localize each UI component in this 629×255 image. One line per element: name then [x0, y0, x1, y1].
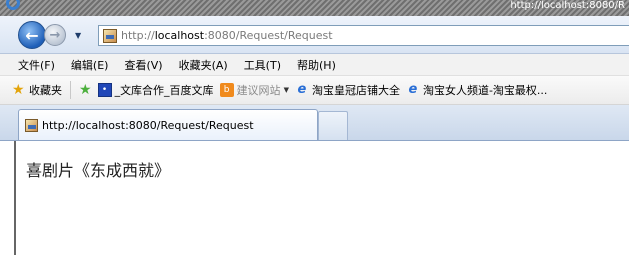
ie-logo-icon: [6, 0, 20, 10]
page-favicon-icon: [103, 28, 117, 43]
ie-page-icon: e: [297, 82, 307, 97]
tab-label: http://localhost:8080/Request/Request: [42, 118, 254, 132]
page-text: 喜剧片《东成西就》: [26, 161, 171, 180]
url-host: localhost: [154, 29, 205, 42]
favorite-label: 建议网站: [236, 84, 281, 97]
address-bar[interactable]: http://localhost:8080/Request/Request: [98, 25, 629, 46]
tab-favicon-icon: [25, 118, 38, 132]
recent-pages-dropdown[interactable]: ▼: [75, 31, 84, 40]
add-favorite-icon[interactable]: ★: [79, 83, 92, 97]
tab-active[interactable]: http://localhost:8080/Request/Request: [18, 109, 318, 140]
favorites-label: 收藏夹: [29, 84, 62, 97]
window-title-bar: http://localhost:8080/R: [0, 0, 629, 16]
page-content: 喜剧片《东成西就》: [14, 141, 629, 255]
menu-favorites[interactable]: 收藏夹(A): [179, 57, 228, 73]
menu-tools[interactable]: 工具(T): [244, 57, 281, 73]
favorites-star-icon: ★: [12, 82, 25, 98]
favorite-link-taobao-women[interactable]: e 淘宝女人频道-淘宝最权...: [406, 82, 548, 98]
menu-file[interactable]: 文件(F): [18, 57, 55, 73]
forward-arrow-icon: →: [49, 27, 61, 43]
chevron-down-icon: ▼: [283, 86, 289, 94]
favorite-label: 淘宝皇冠店铺大全: [311, 84, 400, 97]
favorite-link-baidu-wenku[interactable]: • _文库合作_百度文库: [97, 82, 214, 98]
navigation-bar: ← → ▼ http://localhost:8080/Request/Requ…: [0, 16, 629, 54]
url-prefix: http://: [121, 29, 155, 42]
menu-view[interactable]: 查看(V): [124, 57, 162, 73]
favorite-link-taobao-crown[interactable]: e 淘宝皇冠店铺大全: [295, 82, 400, 98]
menu-bar: 文件(F) 编辑(E) 查看(V) 收藏夹(A) 工具(T) 帮助(H): [0, 54, 629, 76]
baidu-icon: •: [97, 83, 112, 97]
url-rest: :8080/Request/Request: [204, 29, 333, 42]
favorite-label: _文库合作_百度文库: [114, 84, 214, 97]
favorites-bar: ★ 收藏夹 ★ • _文库合作_百度文库 b 建议网站 ▼ e 淘宝皇冠店铺大全…: [0, 76, 629, 105]
favorites-button[interactable]: ★ 收藏夹: [12, 82, 62, 98]
suggested-sites-icon: b: [219, 83, 234, 97]
new-tab-button[interactable]: [318, 111, 348, 140]
favorite-link-suggested-sites[interactable]: b 建议网站 ▼: [219, 82, 289, 98]
tab-bar: http://localhost:8080/Request/Request: [0, 105, 629, 141]
menu-help[interactable]: 帮助(H): [297, 57, 336, 73]
address-url[interactable]: http://localhost:8080/Request/Request: [121, 29, 333, 42]
back-button[interactable]: ←: [18, 21, 46, 49]
ie-page-icon: e: [408, 82, 418, 97]
back-arrow-icon: ←: [25, 25, 39, 45]
menu-edit[interactable]: 编辑(E): [71, 57, 109, 73]
favorite-label: 淘宝女人频道-淘宝最权...: [422, 84, 548, 97]
window-title: http://localhost:8080/R: [510, 0, 625, 11]
favorites-separator: [70, 81, 71, 99]
forward-button[interactable]: →: [44, 24, 66, 46]
